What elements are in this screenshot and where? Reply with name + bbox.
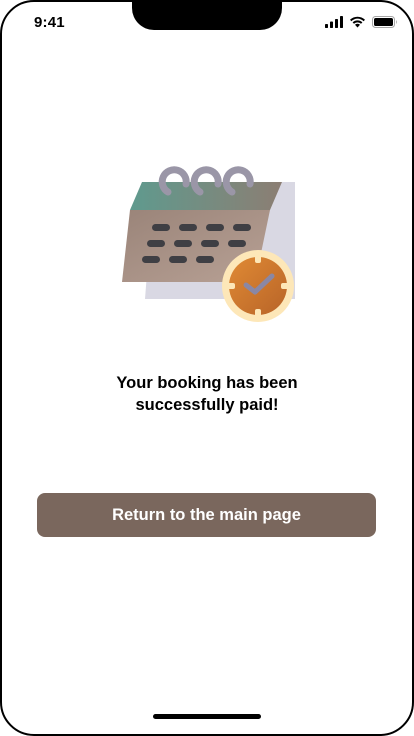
home-indicator[interactable] [153,714,261,719]
battery-icon [372,15,398,33]
success-message: Your booking has been successfully paid! [42,372,372,416]
status-time: 9:41 [34,14,65,31]
phone-frame: 9:41 Your booking has been successfully … [0,0,414,736]
status-icons [325,15,398,33]
calendar-clock-illustration [112,152,312,332]
success-message-line-2: successfully paid! [135,396,279,414]
success-message-line-1: Your booking has been [116,374,298,392]
device-notch [132,2,282,30]
return-to-main-page-button[interactable]: Return to the main page [37,493,376,537]
wifi-icon [349,15,366,33]
status-bar: 9:41 [2,2,412,42]
clock-badge [222,250,294,322]
signal-icon [325,15,343,33]
